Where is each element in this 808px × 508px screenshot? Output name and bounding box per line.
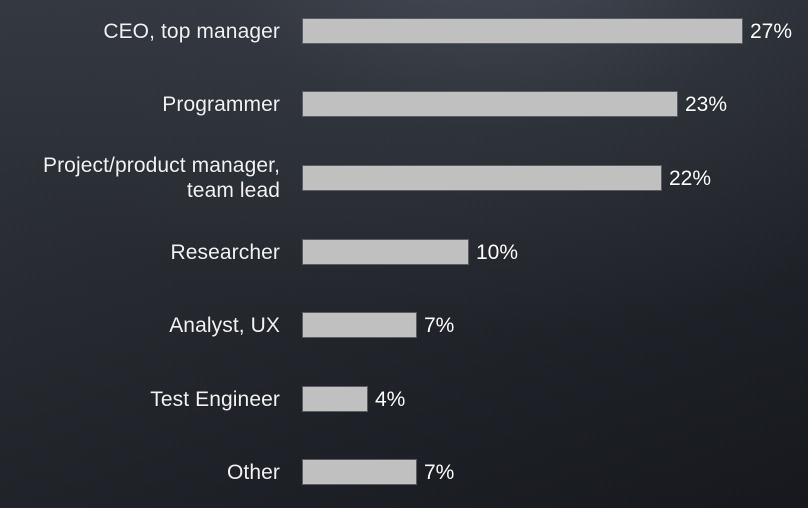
value-label: 4% <box>375 387 406 411</box>
bar-container: 4% <box>302 385 405 413</box>
bar-row: Analyst, UX 7% <box>0 311 808 339</box>
bar-chart: CEO, top manager 27% Programmer 23% Proj… <box>0 0 808 508</box>
bar-row: Programmer 23% <box>0 90 808 118</box>
bar-row: Project/product manager, team lead 22% <box>0 154 808 202</box>
value-label: 27% <box>750 19 793 43</box>
bar-value-4 <box>302 312 417 338</box>
value-label: 7% <box>424 460 455 484</box>
bar-container: 23% <box>302 90 727 118</box>
category-label: Programmer <box>162 92 280 116</box>
bar-value-0 <box>302 18 743 44</box>
bar-container: 10% <box>302 238 518 266</box>
bar-row: Other 7% <box>0 458 808 486</box>
bar-row: Test Engineer 4% <box>0 385 808 413</box>
value-label: 7% <box>424 313 455 337</box>
bar-container: 7% <box>302 311 454 339</box>
bar-value-6 <box>302 459 417 485</box>
category-label: Test Engineer <box>150 387 280 411</box>
bar-container: 27% <box>302 17 792 45</box>
value-label: 10% <box>476 240 519 264</box>
bar-container: 22% <box>302 164 711 192</box>
category-label: Researcher <box>170 240 280 264</box>
value-label: 23% <box>685 92 728 116</box>
bar-value-2 <box>302 165 662 191</box>
bar-value-1 <box>302 91 678 117</box>
bar-container: 7% <box>302 458 454 486</box>
bar-value-3 <box>302 239 469 265</box>
value-label: 22% <box>669 166 712 190</box>
category-label: Analyst, UX <box>169 313 280 337</box>
bar-value-5 <box>302 386 368 412</box>
category-label: Project/product manager, team lead <box>42 154 280 202</box>
category-label: Other <box>226 460 280 484</box>
bar-row: CEO, top manager 27% <box>0 17 808 45</box>
bar-row: Researcher 10% <box>0 238 808 266</box>
category-label: CEO, top manager <box>103 19 280 43</box>
